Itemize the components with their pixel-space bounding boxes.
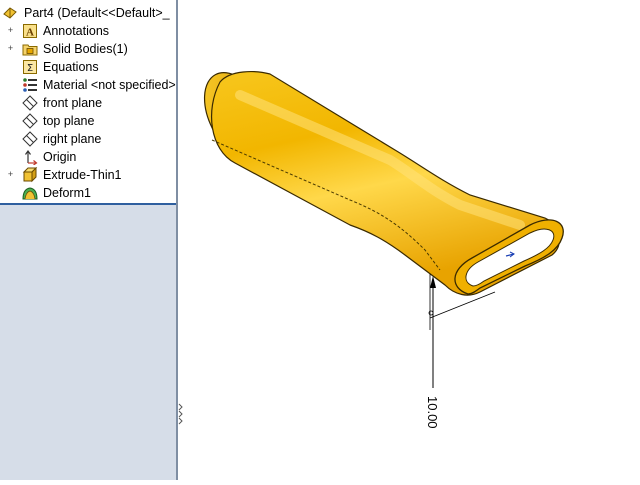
deform-icon xyxy=(22,187,38,200)
tree-item-label: top plane xyxy=(43,114,95,128)
tree-item-origin[interactable]: Origin xyxy=(0,148,176,166)
feature-manager-panel: Part4 (Default<<Default>_ + A Annotation… xyxy=(0,0,176,480)
feature-tree: Part4 (Default<<Default>_ + A Annotation… xyxy=(0,0,176,205)
tree-item-label: Material <not specified> xyxy=(43,78,176,92)
equations-icon: Σ xyxy=(23,60,37,74)
part-icon xyxy=(3,7,17,19)
tree-item-top-plane[interactable]: top plane xyxy=(0,112,176,130)
tree-item-label: Extrude-Thin1 xyxy=(43,168,122,182)
tree-item-front-plane[interactable]: front plane xyxy=(0,94,176,112)
tree-root-part[interactable]: Part4 (Default<<Default>_ xyxy=(0,4,176,22)
extrude-icon xyxy=(22,167,38,183)
graphics-viewport[interactable]: 10.00 xyxy=(184,0,640,480)
expand-icon[interactable]: + xyxy=(6,44,15,53)
expand-icon[interactable]: + xyxy=(6,26,15,35)
extruded-thin-part[interactable] xyxy=(191,61,564,296)
dimension-value[interactable]: 10.00 xyxy=(425,396,440,429)
tree-item-label: front plane xyxy=(43,96,103,110)
tree-item-label: Annotations xyxy=(43,24,110,38)
annotations-icon: A xyxy=(23,24,37,39)
svg-text:A: A xyxy=(26,27,34,39)
tree-item-deform1[interactable]: Deform1 xyxy=(0,184,176,202)
plane-icon xyxy=(22,113,38,129)
tree-item-label: right plane xyxy=(43,132,102,146)
tree-item-material[interactable]: Material <not specified> xyxy=(0,76,176,94)
expand-icon[interactable]: + xyxy=(6,170,15,179)
tree-item-label: Origin xyxy=(43,150,77,164)
tree-item-annotations[interactable]: + A Annotations xyxy=(0,22,176,40)
tree-item-label: Solid Bodies(1) xyxy=(43,42,128,56)
origin-icon xyxy=(25,149,38,165)
svg-text:Σ: Σ xyxy=(27,63,33,74)
tree-item-label: Deform1 xyxy=(43,186,91,200)
plane-icon xyxy=(22,131,38,147)
3d-model-view[interactable]: 10.00 xyxy=(184,0,640,480)
tree-item-extrude-thin1[interactable]: + Extrude-Thin1 xyxy=(0,166,176,184)
material-icon xyxy=(23,78,37,92)
tree-item-label: Equations xyxy=(43,60,99,74)
tree-item-solid-bodies[interactable]: + Solid Bodies(1) xyxy=(0,40,176,58)
tree-item-equations[interactable]: Σ Equations xyxy=(0,58,176,76)
solid-bodies-folder-icon xyxy=(22,44,38,56)
plane-icon xyxy=(22,95,38,111)
tree-root-label: Part4 (Default<<Default>_ xyxy=(24,6,170,20)
dimension-annotation[interactable]: 10.00 xyxy=(425,274,496,429)
tree-item-right-plane[interactable]: right plane xyxy=(0,130,176,148)
